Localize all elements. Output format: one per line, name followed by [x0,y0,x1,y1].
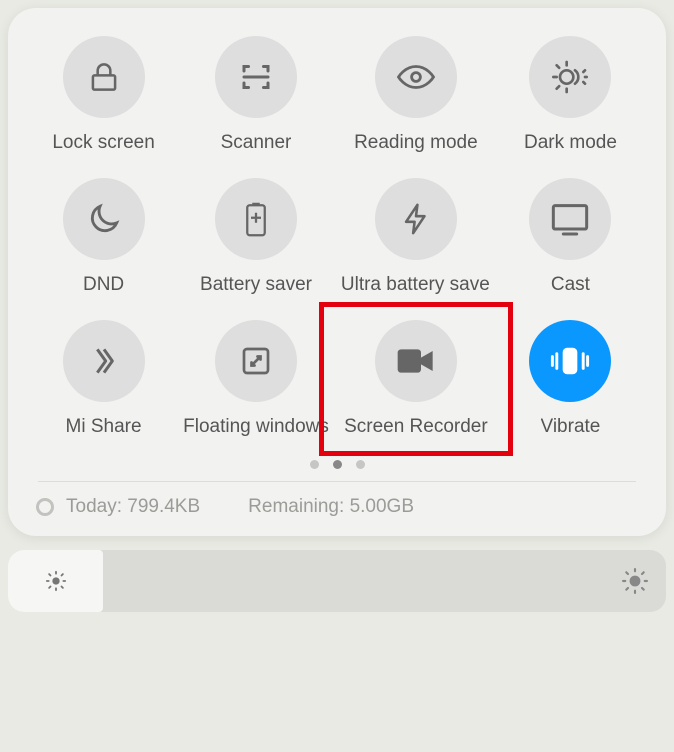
tile-label: Floating windows [183,416,329,438]
status-remaining: Remaining: 5.00GB [248,496,414,518]
pagination-dot [356,460,365,469]
tile-mi-share[interactable]: Mi Share [36,320,171,438]
data-usage-icon [36,498,54,516]
scanner-icon [215,36,297,118]
dark-mode-icon [529,36,611,118]
tile-screen-recorder[interactable]: Screen Recorder [341,320,491,438]
tile-label: Vibrate [541,416,601,438]
brightness-low-icon [45,570,67,592]
bolt-icon [375,178,457,260]
tile-label: DND [83,274,124,296]
tile-dnd[interactable]: DND [36,178,171,296]
tile-reading-mode[interactable]: Reading mode [341,36,491,154]
tile-label: Reading mode [354,132,478,154]
tile-cast[interactable]: Cast [503,178,638,296]
video-camera-icon [375,320,457,402]
tile-vibrate[interactable]: Vibrate [503,320,638,438]
brightness-slider[interactable] [8,550,666,612]
pagination-dot [310,460,319,469]
divider [38,481,636,482]
mi-share-icon [63,320,145,402]
tile-scanner[interactable]: Scanner [183,36,329,154]
eye-icon [375,36,457,118]
pagination-dots[interactable] [36,460,638,469]
tile-label: Ultra battery saver [341,274,491,296]
tile-label: Cast [551,274,590,296]
tile-battery-saver[interactable]: Battery saver [183,178,329,296]
data-usage-status[interactable]: Today: 799.4KB Remaining: 5.00GB [36,496,638,518]
pagination-dot [333,460,342,469]
floating-windows-icon [215,320,297,402]
tile-label: Dark mode [524,132,617,154]
status-today: Today: 799.4KB [66,496,200,518]
tile-label: Lock screen [52,132,154,154]
moon-icon [63,178,145,260]
tile-label: Screen Recorder [344,416,488,438]
battery-plus-icon [215,178,297,260]
tile-ultra-battery[interactable]: Ultra battery saver [341,178,491,296]
tile-dark-mode[interactable]: Dark mode [503,36,638,154]
brightness-high-icon [622,568,648,594]
quick-settings-grid: Lock screen Scanner Reading mode Dark mo… [36,36,638,438]
lock-icon [63,36,145,118]
quick-settings-panel: Lock screen Scanner Reading mode Dark mo… [8,8,666,536]
tile-label: Battery saver [200,274,312,296]
vibrate-icon [529,320,611,402]
tile-label: Scanner [221,132,292,154]
tile-lock-screen[interactable]: Lock screen [36,36,171,154]
tile-floating-windows[interactable]: Floating windows [183,320,329,438]
tile-label: Mi Share [66,416,142,438]
cast-icon [529,178,611,260]
brightness-handle[interactable] [8,550,103,612]
